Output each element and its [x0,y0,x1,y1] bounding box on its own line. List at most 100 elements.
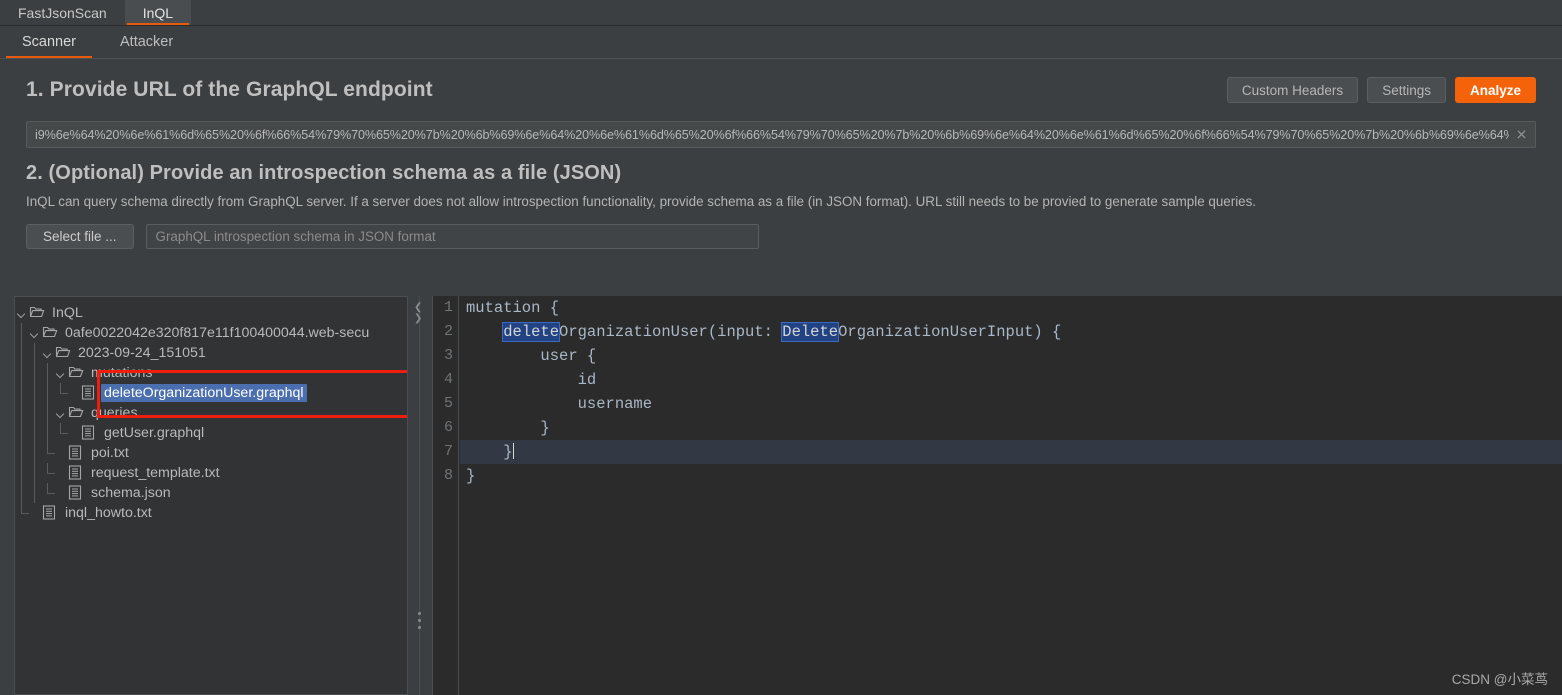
tree-indent-guide [15,483,28,503]
line-number: 3 [443,347,453,364]
tree-indent-guide [41,423,54,443]
tree-node-label: InQL [52,305,83,321]
tree-node-label: inql_howto.txt [65,505,152,521]
tree-folder-row[interactable]: 0afe0022042e320f817e11f100400044.web-sec… [15,323,407,343]
line-number: 8 [443,467,453,484]
tree-file-row[interactable]: schema.json [15,483,407,503]
file-icon [68,445,86,461]
tree-folder-row[interactable]: mutations [15,363,407,383]
tree-node-label: queries [91,405,138,421]
file-icon [68,485,86,501]
code-line[interactable]: } [460,464,1562,488]
url-input-wrapper: i9%6e%64%20%6e%61%6d%65%20%6f%66%54%79%7… [26,121,1536,148]
chevron-down-icon[interactable] [41,347,54,360]
tree-folder-row[interactable]: InQL [15,303,407,323]
main-split-pane: InQL 0afe0022042e320f817e11f100400044.web… [14,296,1562,695]
watermark-text: CSDN @小菜茑 [1451,672,1548,687]
tree-indent-guide [15,503,29,523]
tree-indent-guide [15,323,28,343]
code-line[interactable]: } [460,440,1562,464]
tree-indent-guide [41,463,55,483]
line-number: 6 [443,419,453,436]
section-url: 1. Provide URL of the GraphQL endpoint C… [0,59,1562,121]
section-schema-title: 2. (Optional) Provide an introspection s… [26,162,622,184]
tree-node-label: mutations [91,365,153,381]
tree-indent-guide [15,363,28,383]
code-line[interactable]: username [460,392,1562,416]
chevron-down-icon[interactable] [28,327,41,340]
query-editor-panel[interactable]: 1 2 3 4 5 6 7 8 mutation { deleteOrganizationUs… [432,296,1562,695]
tree-node-label: 0afe0022042e320f817e11f100400044.web-sec… [65,325,370,341]
folder-icon [68,405,86,421]
tree-file-row[interactable]: request_template.txt [15,463,407,483]
url-input-value: i9%6e%64%20%6e%61%6d%65%20%6f%66%54%79%7… [35,127,1509,142]
analyze-button[interactable]: Analyze [1454,77,1536,103]
folder-icon [42,325,60,341]
tree-indent-guide [28,383,41,403]
section-schema-description: InQL can query schema directly from Grap… [26,194,1257,209]
chevron-left-icon[interactable]: ❮ [414,302,426,313]
line-number: 4 [443,371,453,388]
tree-node-label: getUser.graphql [104,425,205,441]
tree-indent-guide [54,383,68,403]
grip-dots-icon[interactable] [418,612,422,633]
tree-indent-guide [15,343,28,363]
tree-indent-guide [41,403,54,423]
select-file-label: Select file ... [43,229,117,244]
tab-fastjsonscan-label: FastJsonScan [18,4,107,21]
tree-folder-row[interactable]: queries [15,403,407,423]
folder-icon [68,365,86,381]
line-number: 2 [443,323,453,340]
chevron-right-icon[interactable]: ❯ [414,313,426,324]
line-number: 5 [443,395,453,412]
tab-fastjsonscan[interactable]: FastJsonScan [0,0,125,25]
tree-file-row[interactable]: getUser.graphql [15,423,407,443]
tab-scanner[interactable]: Scanner [0,26,98,58]
chevron-down-icon[interactable] [54,367,67,380]
code-line[interactable]: user { [460,344,1562,368]
schema-path-input[interactable]: GraphQL introspection schema in JSON for… [145,224,759,249]
inql-sub-tab-bar: Scanner Attacker [0,26,1562,59]
chevron-down-icon[interactable] [15,307,28,320]
section-schema-header: 2. (Optional) Provide an introspection s… [0,162,1562,185]
analyze-label: Analyze [1469,82,1521,98]
tree-indent-guide [28,403,41,423]
tree-indent-guide [28,483,41,503]
editor-code-area[interactable]: mutation { deleteOrganizationUser(input:… [460,296,1562,695]
tab-attacker[interactable]: Attacker [98,26,195,58]
tree-node-label: poi.txt [91,445,129,461]
tree-indent-guide [28,463,41,483]
line-number: 7 [443,443,453,460]
tree-file-row[interactable]: inql_howto.txt [15,503,407,523]
file-icon [81,385,99,401]
highlighted-token: Delete [781,322,840,342]
file-tree-panel[interactable]: InQL 0afe0022042e320f817e11f100400044.web… [14,296,408,695]
file-icon [81,425,99,441]
select-file-button[interactable]: Select file ... [26,224,134,249]
code-line[interactable]: } [460,416,1562,440]
settings-button[interactable]: Settings [1367,77,1446,103]
chevron-down-icon[interactable] [54,407,67,420]
code-line[interactable]: mutation { [460,296,1562,320]
url-input[interactable]: i9%6e%64%20%6e%61%6d%65%20%6f%66%54%79%7… [26,121,1536,148]
split-divider-line [419,296,420,695]
settings-label: Settings [1382,82,1431,98]
code-line[interactable]: deleteOrganizationUser(input: DeleteOrga… [460,320,1562,344]
tab-attacker-label: Attacker [120,34,174,50]
split-collapse-arrows[interactable]: ❮ ❯ [414,302,426,324]
tree-file-row[interactable]: deleteOrganizationUser.graphql [15,383,407,403]
tree-folder-row[interactable]: 2023-09-24_151051 [15,343,407,363]
custom-headers-button[interactable]: Custom Headers [1226,77,1359,103]
tree-node-label: deleteOrganizationUser.graphql [101,384,307,402]
tab-inql[interactable]: InQL [124,0,192,25]
split-handle[interactable]: ❮ ❯ [408,296,432,695]
section-url-actions: Custom Headers Settings Analyze [1226,77,1536,103]
code-line[interactable]: id [460,368,1562,392]
tree-node-label: 2023-09-24_151051 [78,345,206,361]
file-tree: InQL 0afe0022042e320f817e11f100400044.web… [15,297,407,523]
tree-file-row[interactable]: poi.txt [15,443,407,463]
close-icon[interactable]: ✕ [1515,127,1528,141]
